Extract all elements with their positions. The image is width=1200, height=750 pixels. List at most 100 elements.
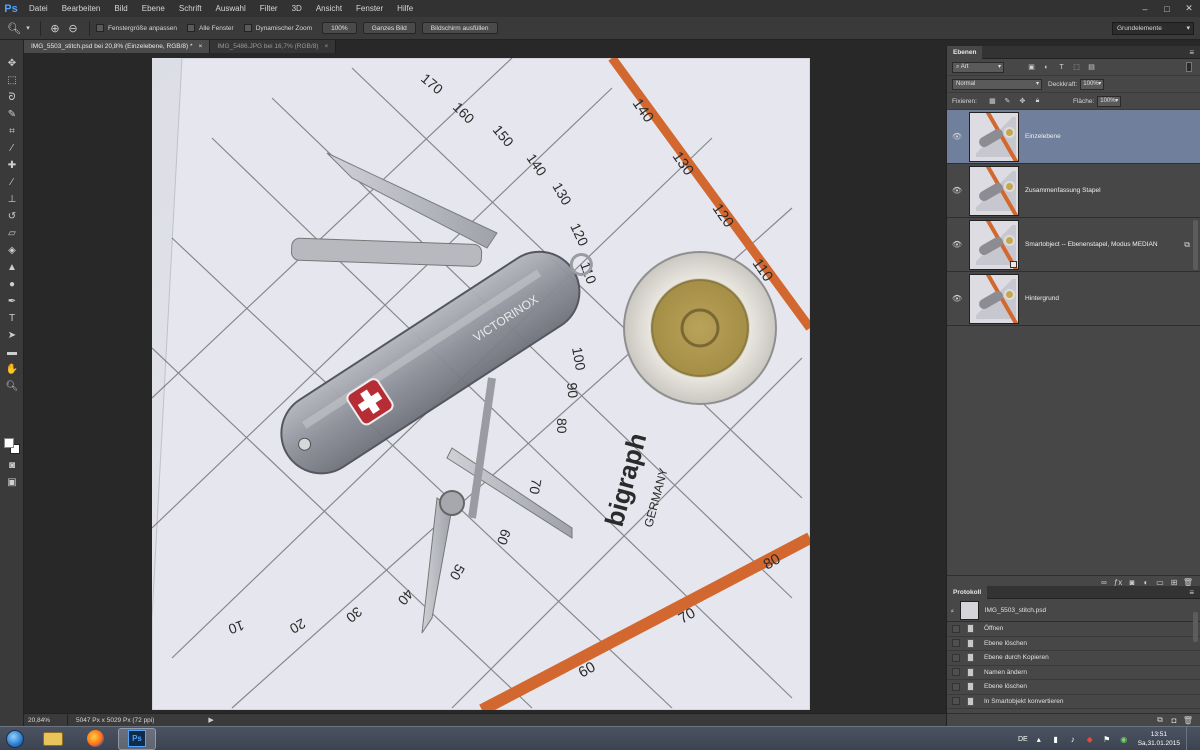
tab-img-5486[interactable]: IMG_5486.JPG bei 16,7% (RGB/8) × <box>210 40 337 53</box>
history-snapshot[interactable]: ⸗ IMG_5503_stitch.psd <box>947 599 1200 622</box>
volume-icon[interactable]: ♪ <box>1067 734 1079 744</box>
camera-icon[interactable]: ◘ <box>1167 716 1181 725</box>
all-windows-checkbox[interactable]: Alle Fenster <box>187 24 234 32</box>
flag-icon[interactable]: ⚑ <box>1101 734 1113 744</box>
marquee-tool-icon[interactable]: ⬚ <box>4 73 20 88</box>
scrubby-zoom-checkbox[interactable]: Dynamischer Zoom <box>243 24 312 32</box>
close-icon[interactable]: × <box>324 43 328 50</box>
firefox-taskbar-button[interactable] <box>76 728 114 750</box>
path-select-tool-icon[interactable]: ➤ <box>4 328 20 343</box>
filter-toggle-switch[interactable] <box>1186 62 1192 72</box>
screen-mode-icon[interactable]: ▣ <box>4 475 20 490</box>
move-tool-icon[interactable]: ✥ <box>4 56 20 71</box>
menu-ebene[interactable]: Ebene <box>135 0 172 17</box>
filter-type-icon[interactable]: T <box>1056 62 1067 73</box>
history-step[interactable]: Ebene durch Kopieren <box>947 651 1200 666</box>
tab-history[interactable]: Protokoll <box>947 585 988 599</box>
history-step[interactable]: Ebene löschen <box>947 637 1200 651</box>
layer-row-hintergrund[interactable]: 👁︎ Hintergrund <box>947 272 1200 326</box>
menu-ansicht[interactable]: Ansicht <box>309 0 349 17</box>
fit-window-checkbox[interactable]: Fenstergröße anpassen <box>96 24 177 32</box>
trash-icon[interactable]: 🗑︎ <box>1181 716 1195 725</box>
paint-bucket-tool-icon[interactable]: ◈ <box>4 243 20 258</box>
filter-smart-object-icon[interactable]: ▤ <box>1086 62 1097 73</box>
visibility-eye-icon[interactable]: 👁︎ <box>947 186 967 195</box>
history-brush-source-icon[interactable]: ⸗ <box>951 606 954 615</box>
lock-all-icon[interactable]: 🔒︎ <box>1032 96 1043 107</box>
history-brush-tool-icon[interactable]: ↺ <box>4 209 20 224</box>
dodge-tool-icon[interactable]: ● <box>4 277 20 292</box>
filter-adjustment-icon[interactable]: ◐ <box>1041 62 1052 73</box>
zoom-level-input[interactable]: 20,84% <box>24 713 68 727</box>
network-icon[interactable]: ▮ <box>1050 734 1062 744</box>
menu-3d[interactable]: 3D <box>285 0 309 17</box>
maximize-button[interactable]: □ <box>1156 0 1178 17</box>
fill-input[interactable]: 100% <box>1097 95 1122 107</box>
history-step[interactable]: Ebene löschen <box>947 680 1200 695</box>
filter-pixel-icon[interactable]: ▣ <box>1026 62 1037 73</box>
checkbox-box[interactable] <box>243 24 252 32</box>
visibility-eye-icon[interactable]: 👁︎ <box>947 240 967 249</box>
crop-tool-icon[interactable]: ⌗ <box>4 124 20 139</box>
canvas-area[interactable]: 170 160 150 140 130 120 110 100 90 80 70… <box>24 53 946 713</box>
layer-thumbnail[interactable] <box>969 219 1019 270</box>
healing-brush-tool-icon[interactable]: ✚ <box>4 158 20 173</box>
clone-stamp-tool-icon[interactable]: ⊥ <box>4 192 20 207</box>
play-icon[interactable]: ▶ <box>208 716 213 724</box>
history-scrollbar[interactable] <box>1193 612 1198 642</box>
quick-select-tool-icon[interactable]: ✎ <box>4 107 20 122</box>
checkbox-box[interactable] <box>96 24 104 32</box>
layer-row-einzelebene[interactable]: 👁︎ Einzelebene <box>947 110 1200 164</box>
panel-menu-icon[interactable]: ≡ <box>1189 588 1194 597</box>
menu-auswahl[interactable]: Auswahl <box>209 0 253 17</box>
new-document-from-state-icon[interactable]: ⧉ <box>1153 715 1167 725</box>
history-step[interactable]: In Smartobjekt konvertieren <box>947 695 1200 709</box>
workspace-select[interactable]: Grundelemente <box>1112 22 1194 35</box>
menu-fenster[interactable]: Fenster <box>349 0 390 17</box>
tab-layers[interactable]: Ebenen <box>947 45 983 59</box>
history-step[interactable]: Namen ändern <box>947 666 1200 680</box>
history-brush-box[interactable] <box>952 639 960 648</box>
tab-img-5503[interactable]: IMG_5503_stitch.psd bei 20,8% (Einzelebe… <box>24 40 211 53</box>
zoom-100-button[interactable]: 100% <box>322 22 357 34</box>
menu-bearbeiten[interactable]: Bearbeiten <box>55 0 108 17</box>
show-desktop-button[interactable] <box>1186 727 1194 750</box>
quick-mask-icon[interactable]: ◙ <box>4 458 20 473</box>
layers-scrollbar[interactable] <box>1193 220 1198 270</box>
zoom-tool-icon[interactable]: 🔍︎ <box>4 379 20 394</box>
layer-name[interactable]: Smartobject -- Ebenenstapel, Modus MEDIA… <box>1025 241 1158 248</box>
fill-screen-button[interactable]: Bildschirm ausfüllen <box>421 22 498 34</box>
filter-shape-icon[interactable]: ⬚ <box>1071 62 1082 73</box>
history-brush-box[interactable] <box>952 624 960 633</box>
opacity-input[interactable]: 100% <box>1080 78 1105 90</box>
chevron-down-icon[interactable]: ▾ <box>24 20 32 36</box>
lock-paint-icon[interactable]: ✎ <box>1002 96 1013 107</box>
layer-thumbnail[interactable] <box>969 111 1019 162</box>
type-tool-icon[interactable]: T <box>4 311 20 326</box>
hand-tool-icon[interactable]: ✋ <box>4 362 20 377</box>
zoom-tool-preset-icon[interactable]: 🔍︎ <box>6 20 22 36</box>
history-step[interactable]: Öffnen <box>947 622 1200 637</box>
layer-thumbnail[interactable] <box>969 165 1019 216</box>
close-icon[interactable]: × <box>199 43 203 50</box>
menu-datei[interactable]: Datei <box>22 0 55 17</box>
minimize-button[interactable]: – <box>1134 0 1156 17</box>
visibility-eye-icon[interactable]: 👁︎ <box>947 294 967 303</box>
blur-tool-icon[interactable]: ▲ <box>4 260 20 275</box>
foreground-color-swatch[interactable] <box>4 438 14 448</box>
checkbox-box[interactable] <box>187 24 196 32</box>
menu-filter[interactable]: Filter <box>253 0 285 17</box>
layer-row-smartobject[interactable]: 👁︎ Smartobject -- Ebenenstapel, Modus ME… <box>947 218 1200 272</box>
history-brush-box[interactable] <box>952 682 960 691</box>
layer-name[interactable]: Einzelebene <box>1025 133 1061 140</box>
history-brush-box[interactable] <box>952 697 960 706</box>
explorer-taskbar-button[interactable] <box>34 728 72 750</box>
pen-tool-icon[interactable]: ✒ <box>4 294 20 309</box>
close-button[interactable]: ✕ <box>1178 0 1200 17</box>
layer-filter-select[interactable]: ⌕ Art <box>952 61 1004 73</box>
zoom-out-icon[interactable]: ⊖ <box>65 20 81 36</box>
security-icon[interactable]: ◉ <box>1118 734 1130 744</box>
clock[interactable]: 13:51 Sa,31.01.2015 <box>1138 730 1180 748</box>
history-brush-box[interactable] <box>952 653 960 662</box>
lock-transparent-icon[interactable]: ▦ <box>987 96 998 107</box>
